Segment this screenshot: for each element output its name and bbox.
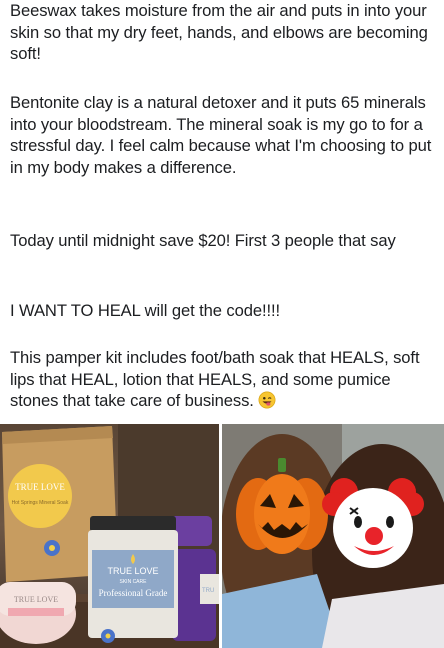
- post-paragraph-with-emoji: This pamper kit includes foot/bath soak …: [10, 347, 440, 412]
- post-paragraph-text: This pamper kit includes foot/bath soak …: [10, 348, 420, 410]
- jar-product: Professional Grade: [99, 588, 168, 598]
- pouch-label-icon: [8, 464, 72, 528]
- post-paragraph: Today until midnight save $20! First 3 p…: [10, 231, 396, 250]
- side-label: TRU: [202, 588, 214, 594]
- post-paragraph: I WANT TO HEAL will get the code!!!!: [10, 301, 280, 320]
- product-photo-art: TRUE LOVE Hot Springs Mineral Soak TRUE …: [0, 424, 219, 648]
- post-paragraph: Beeswax takes moisture from the air and …: [10, 1, 428, 63]
- jar-sub: SKIN CARE: [120, 579, 148, 585]
- people-photo-art: [222, 424, 444, 648]
- photo-grid[interactable]: TRUE LOVE Hot Springs Mineral Soak TRUE …: [0, 424, 444, 648]
- grinning-face-with-tongue-icon: [258, 391, 276, 409]
- jar-brand: TRUE LOVE: [107, 566, 158, 576]
- product-photo[interactable]: TRUE LOVE Hot Springs Mineral Soak TRUE …: [0, 424, 219, 648]
- post-paragraph: Bentonite clay is a natural detoxer and …: [10, 93, 432, 177]
- pouch-product: Hot Springs Mineral Soak: [12, 500, 69, 506]
- pouch-brand: TRUE LOVE: [15, 482, 65, 492]
- tin-brand: TRUE LOVE: [14, 595, 58, 604]
- people-photo[interactable]: [222, 424, 444, 648]
